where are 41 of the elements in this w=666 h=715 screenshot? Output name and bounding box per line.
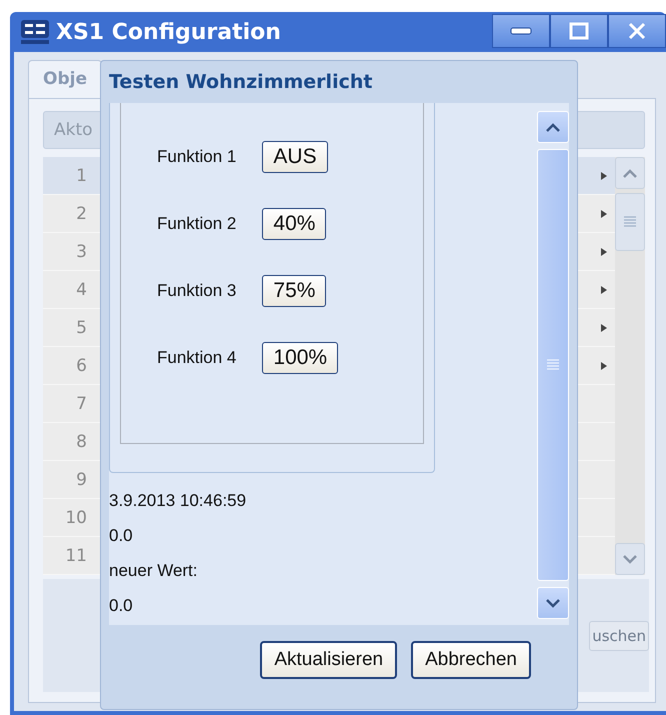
scrollbar[interactable] [615, 157, 645, 575]
info-text: 0.0 [109, 526, 134, 546]
row-number: 5 [75, 318, 88, 338]
row-number: 3 [75, 242, 88, 262]
dialog-button[interactable]: Aktualisieren [260, 641, 398, 679]
function-button[interactable]: 100% [262, 342, 338, 374]
info-text: neuer Wert: [109, 561, 199, 581]
close-icon [627, 22, 647, 40]
maximize-button[interactable] [550, 14, 608, 48]
row-number: 6 [75, 356, 88, 376]
function-label: Funktion 1 [157, 147, 236, 167]
function-button[interactable]: AUS [262, 141, 328, 173]
chevron-down-icon [623, 554, 637, 564]
minimize-button[interactable] [492, 14, 550, 48]
row-number: 1 [75, 166, 88, 186]
window-title: XS1 Configuration [56, 20, 281, 44]
row-number: 9 [75, 470, 88, 490]
info-text: 3.9.2013 10:46:59 [109, 491, 248, 511]
row-number: 11 [64, 546, 88, 566]
function-button[interactable]: 40% [262, 208, 326, 240]
row-number: 2 [75, 204, 88, 224]
function-label: Funktion 2 [157, 214, 236, 234]
info-text: 0.0 [109, 596, 134, 616]
row-number: 4 [75, 280, 88, 300]
function-label: Funktion 3 [157, 281, 236, 301]
row-number: 7 [75, 394, 88, 414]
close-button[interactable] [608, 14, 666, 48]
maximize-icon [569, 22, 589, 40]
function-label: Funktion 4 [157, 348, 236, 368]
grip-icon [547, 359, 559, 371]
chevron-down-icon [546, 598, 560, 608]
logo-icon [20, 18, 50, 46]
row-number: 10 [64, 508, 88, 528]
function-button[interactable]: 75% [262, 275, 326, 307]
grip-icon [624, 216, 636, 228]
chevron-up-icon [546, 122, 560, 132]
dialog-title: Testen Wohnzimmerlicht [109, 70, 374, 95]
row-number: 8 [75, 432, 88, 452]
chevron-up-icon [623, 168, 637, 178]
minimize-icon [510, 27, 532, 35]
dialog-button[interactable]: Abbrechen [411, 641, 531, 679]
